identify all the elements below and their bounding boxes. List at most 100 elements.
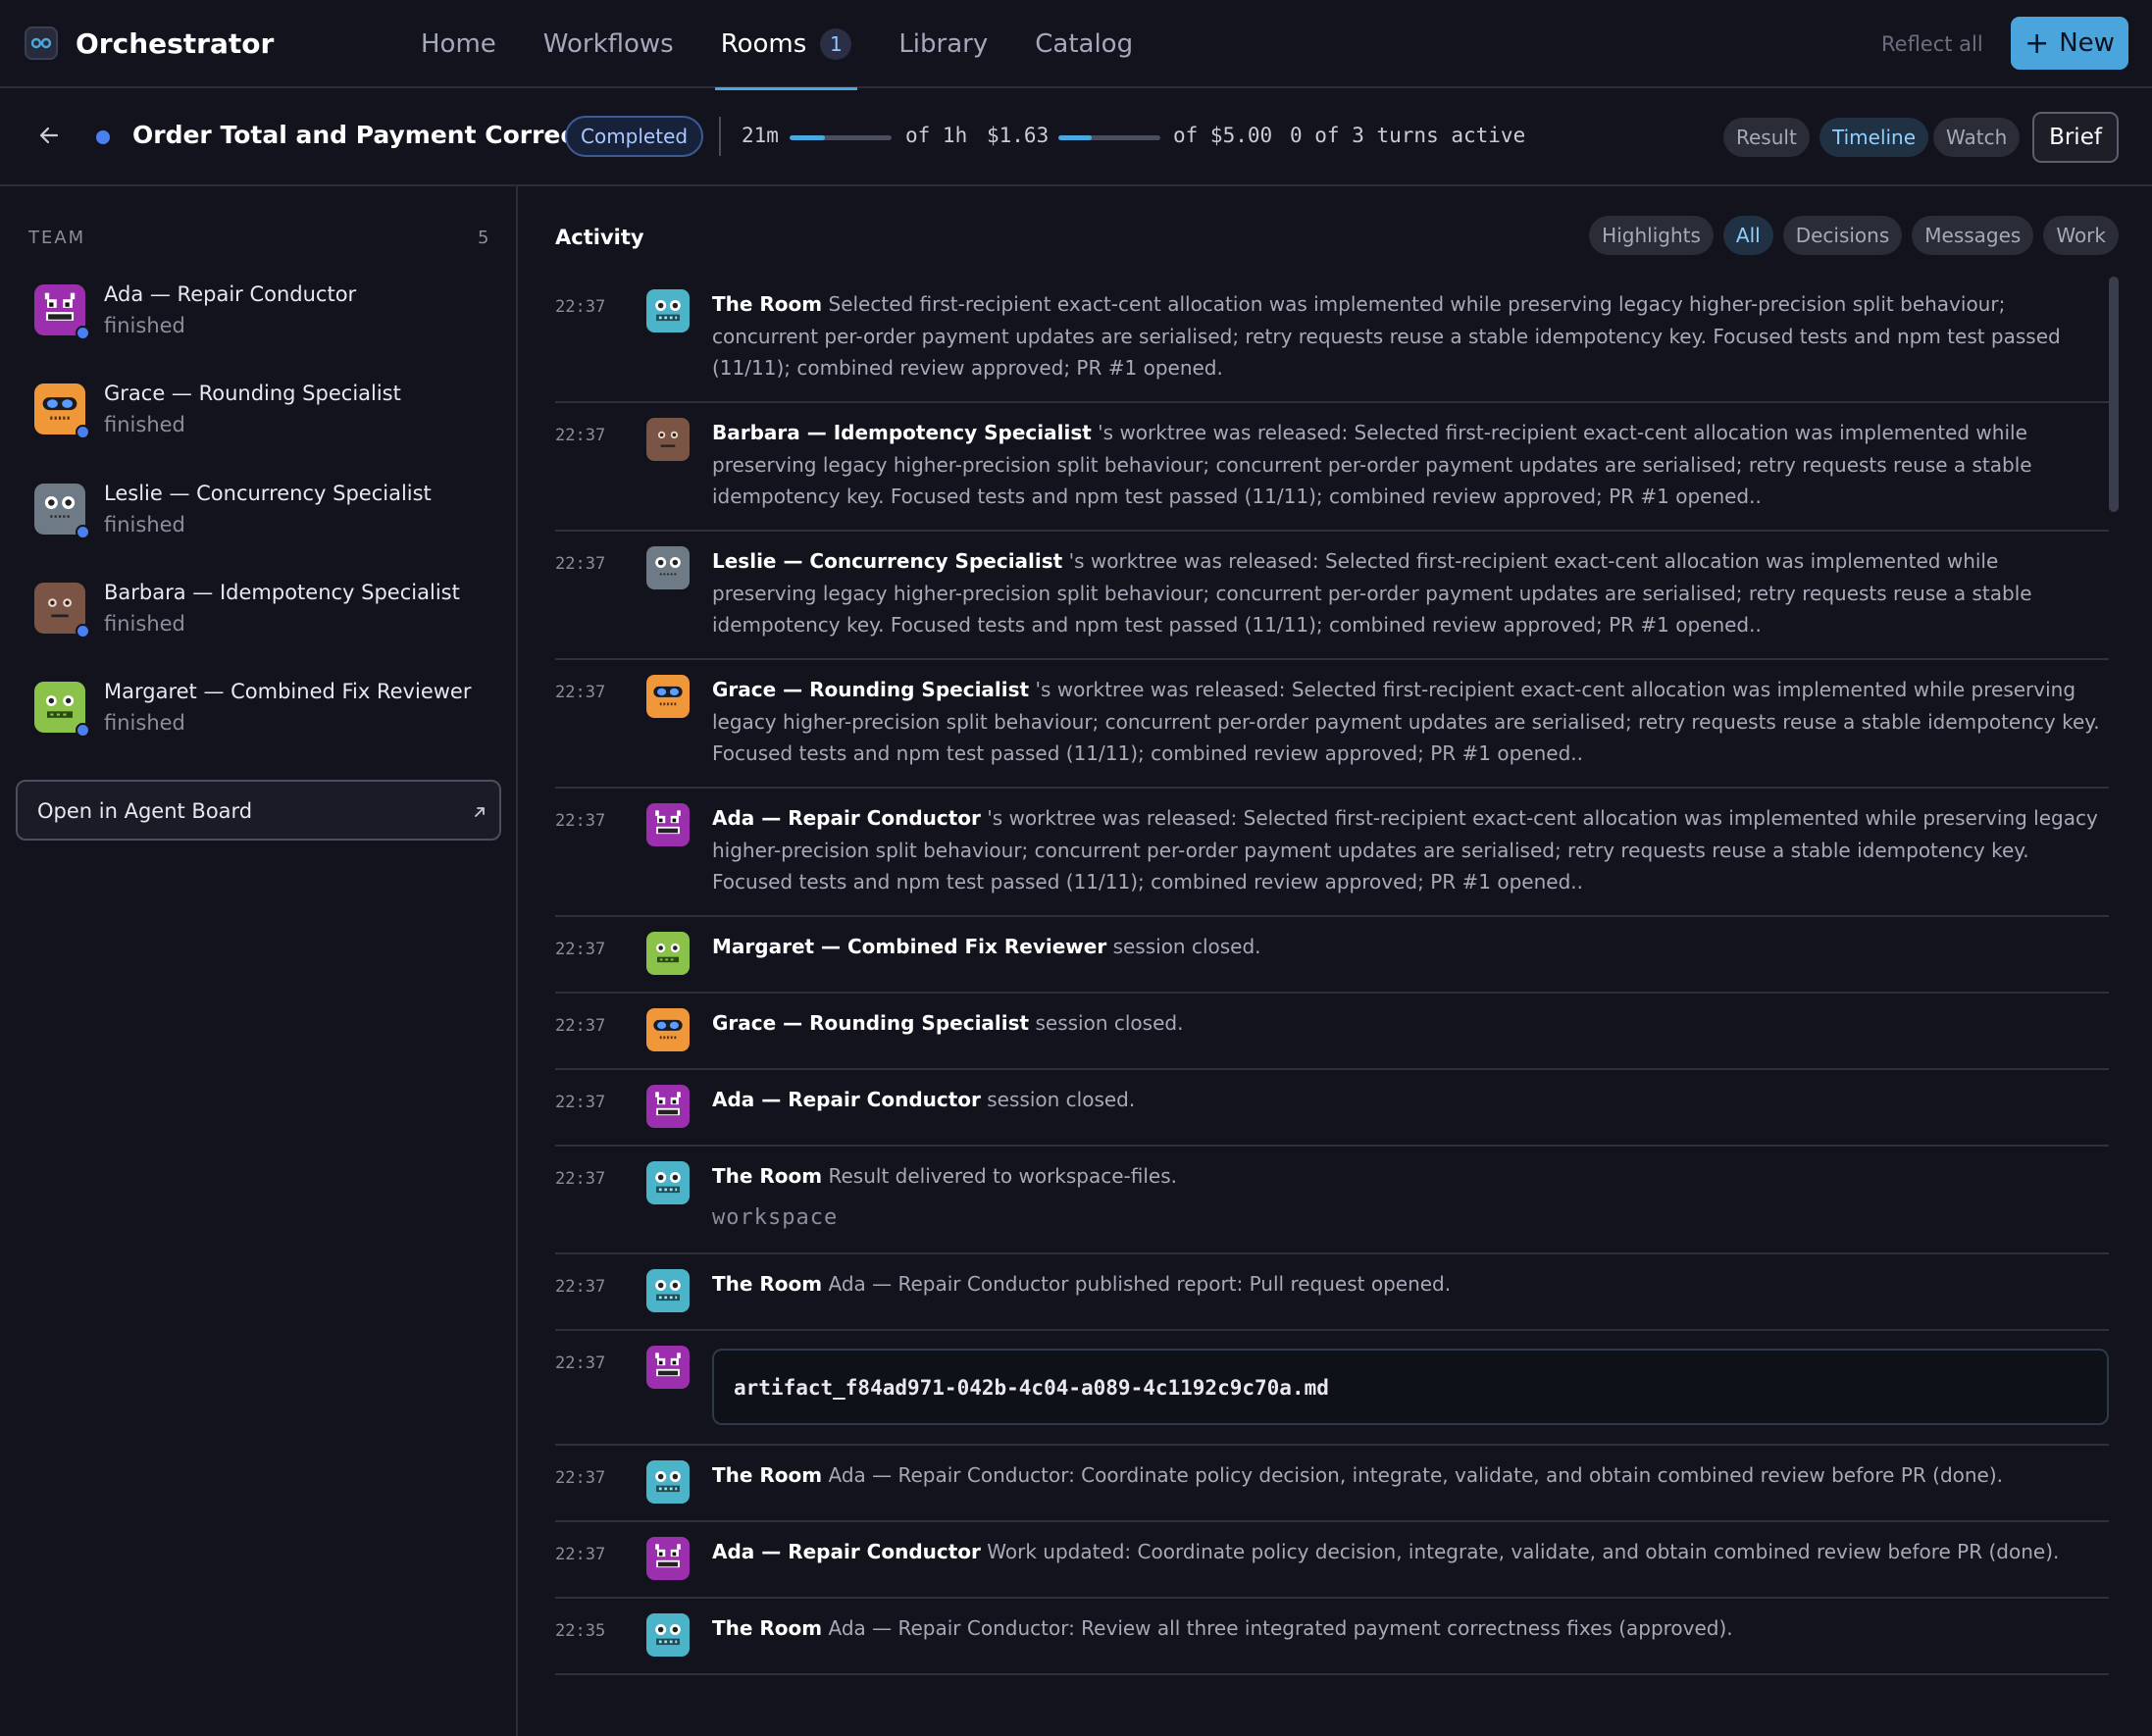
activity-entry: 22:37 Ada — Repair Conductor session clos… xyxy=(555,1070,2109,1147)
teal-robot-icon xyxy=(646,1460,690,1504)
entry-text: Ada — Repair Conductor published report:… xyxy=(828,1272,1452,1296)
nav-tab-label: Library xyxy=(898,29,989,59)
filter-work[interactable]: Work xyxy=(2043,216,2119,255)
brief-button[interactable]: Brief xyxy=(2032,112,2119,163)
nav-tab-home[interactable]: Home xyxy=(397,0,520,88)
entry-body: The Room Selected first-recipient exact-… xyxy=(712,288,2109,384)
team-member[interactable]: Barbara — Idempotency Specialist finished xyxy=(34,575,495,653)
workspace-link[interactable]: workspace xyxy=(712,1205,838,1230)
entry-actor[interactable]: The Room xyxy=(712,1164,822,1188)
nav-tab-label: Workflows xyxy=(542,29,674,59)
entry-body: Margaret — Combined Fix Reviewer session… xyxy=(712,931,2109,963)
nav-tab-label: Home xyxy=(421,29,496,59)
open-agent-board-button[interactable]: Open in Agent Board xyxy=(16,780,501,841)
entry-actor[interactable]: The Room xyxy=(712,1272,822,1296)
entry-time: 22:37 xyxy=(555,1277,606,1297)
team-member[interactable]: Margaret — Combined Fix Reviewer finished xyxy=(34,674,495,752)
team-member[interactable]: Leslie — Concurrency Specialist finished xyxy=(34,476,495,554)
artifact-file[interactable]: artifact_f84ad971-042b-4c04-a089-4c1192c… xyxy=(712,1349,2109,1425)
orchestrator-logo-icon xyxy=(25,26,58,60)
entry-time: 22:35 xyxy=(555,1621,606,1641)
entry-text: session closed. xyxy=(987,1088,1136,1111)
activity-entry: 22:37 Ada — Repair Conductor Work updated… xyxy=(555,1522,2109,1599)
entry-time: 22:37 xyxy=(555,297,606,317)
reflect-all-button[interactable]: Reflect all xyxy=(1881,32,1983,56)
teal-robot-icon xyxy=(646,1613,690,1657)
entry-actor[interactable]: The Room xyxy=(712,1616,822,1640)
teal-robot-icon xyxy=(646,289,690,332)
entry-actor[interactable]: The Room xyxy=(712,1463,822,1487)
view-timeline-pill[interactable]: Timeline xyxy=(1819,118,1929,157)
purple-robot-icon xyxy=(646,803,690,846)
member-status: finished xyxy=(104,314,185,337)
activity-filters: Highlights All Decisions Messages Work xyxy=(1589,216,2119,255)
cost-total: of $5.00 xyxy=(1173,124,1273,147)
team-member[interactable]: Grace — Rounding Specialist finished xyxy=(34,376,495,454)
filter-highlights[interactable]: Highlights xyxy=(1589,216,1714,255)
turns-active: 0 of 3 turns active xyxy=(1290,124,1526,147)
entry-actor[interactable]: Ada — Repair Conductor xyxy=(712,806,981,830)
feed-scrollbar[interactable] xyxy=(2109,277,2119,512)
nav-tab-workflows[interactable]: Workflows xyxy=(520,0,697,88)
purple-robot-icon xyxy=(646,1346,690,1389)
view-result-pill[interactable]: Result xyxy=(1723,118,1810,157)
purple-robot-icon xyxy=(646,1085,690,1128)
entry-time: 22:37 xyxy=(555,1468,606,1488)
filter-all[interactable]: All xyxy=(1722,216,1773,255)
filter-messages[interactable]: Messages xyxy=(1912,216,2034,255)
entry-body: Ada — Repair Conductor Work updated: Coo… xyxy=(712,1536,2109,1568)
entry-time: 22:37 xyxy=(555,1353,606,1373)
new-button[interactable]: + New xyxy=(2011,17,2128,70)
team-label: TEAM xyxy=(28,228,86,248)
activity-entry: 22:37 Grace — Rounding Specialist 's work… xyxy=(555,660,2109,789)
member-status: finished xyxy=(104,612,185,636)
time-used: 21m xyxy=(742,124,779,147)
entry-time: 22:37 xyxy=(555,1545,606,1564)
member-status: finished xyxy=(104,413,185,436)
time-progress-bar xyxy=(790,135,892,140)
nav-tab-catalog[interactable]: Catalog xyxy=(1011,0,1156,88)
entry-body: Grace — Rounding Specialist session clos… xyxy=(712,1007,2109,1040)
new-button-label: New xyxy=(2059,28,2115,58)
entry-text: Ada — Repair Conductor: Review all three… xyxy=(828,1616,1733,1640)
entry-time: 22:37 xyxy=(555,811,606,831)
member-name: Grace — Rounding Specialist xyxy=(104,382,401,405)
back-arrow-icon[interactable] xyxy=(37,124,61,147)
green-robot-icon xyxy=(646,932,690,975)
orange-robot-icon xyxy=(646,1008,690,1051)
activity-entry: 22:35 The Room Ada — Repair Conductor: Re… xyxy=(555,1599,2109,1675)
online-status-dot xyxy=(76,425,90,439)
entry-actor[interactable]: Leslie — Concurrency Specialist xyxy=(712,549,1062,573)
entry-actor[interactable]: Ada — Repair Conductor xyxy=(712,1088,981,1111)
activity-entry: 22:37 The Room Selected first-recipient e… xyxy=(555,275,2109,403)
entry-text: session closed. xyxy=(1112,935,1261,958)
entry-actor[interactable]: Ada — Repair Conductor xyxy=(712,1540,981,1563)
time-progress-fill xyxy=(790,135,826,140)
nav-tab-rooms[interactable]: Rooms 1 xyxy=(697,0,876,90)
nav-tab-library[interactable]: Library xyxy=(875,0,1011,88)
entry-actor[interactable]: Margaret — Combined Fix Reviewer xyxy=(712,935,1106,958)
gray-robot-icon xyxy=(646,546,690,589)
entry-body: Barbara — Idempotency Specialist 's work… xyxy=(712,417,2109,513)
entry-body: Ada — Repair Conductor 's worktree was r… xyxy=(712,802,2109,898)
team-member[interactable]: Ada — Repair Conductor finished xyxy=(34,277,495,355)
room-status-dot xyxy=(96,130,110,144)
brand[interactable]: Orchestrator xyxy=(25,26,274,60)
entry-time: 22:37 xyxy=(555,1093,606,1112)
entry-body: Leslie — Concurrency Specialist 's workt… xyxy=(712,545,2109,641)
external-link-icon xyxy=(475,807,485,817)
view-watch-pill[interactable]: Watch xyxy=(1933,118,2021,157)
activity-entry: 22:37 Leslie — Concurrency Specialist 's … xyxy=(555,532,2109,660)
entry-text: Work updated: Coordinate policy decision… xyxy=(987,1540,2060,1563)
online-status-dot xyxy=(76,723,90,738)
room-header: Order Total and Payment Correctness Comp… xyxy=(0,88,2152,186)
entry-actor[interactable]: The Room xyxy=(712,292,822,316)
online-status-dot xyxy=(76,624,90,638)
entry-actor[interactable]: Grace — Rounding Specialist xyxy=(712,678,1029,701)
entry-actor[interactable]: Barbara — Idempotency Specialist xyxy=(712,421,1092,444)
agent-board-label: Open in Agent Board xyxy=(37,799,253,823)
entry-actor[interactable]: Grace — Rounding Specialist xyxy=(712,1011,1029,1035)
member-name: Leslie — Concurrency Specialist xyxy=(104,482,432,505)
entry-text: Selected first-recipient exact-cent allo… xyxy=(712,292,2061,380)
filter-decisions[interactable]: Decisions xyxy=(1782,216,1903,255)
